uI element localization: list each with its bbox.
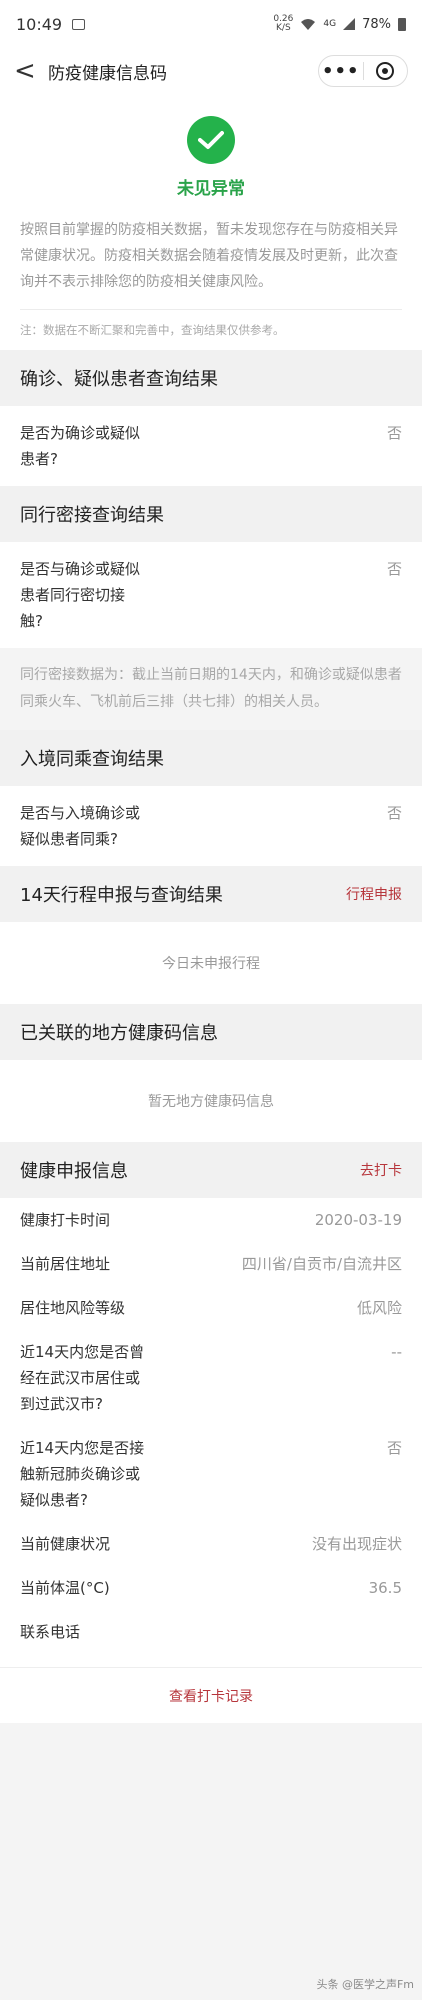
close-miniprogram-button[interactable] xyxy=(364,62,408,80)
inbound-row: 是否与入境确诊或疑似患者同乘? 否 xyxy=(0,786,422,866)
section-itinerary-header: 14天行程申报与查询结果 行程申报 xyxy=(0,866,422,922)
status-title: 未见异常 xyxy=(177,179,245,199)
inbound-answer: 否 xyxy=(386,804,402,822)
signal-label: 4G xyxy=(323,19,337,29)
diagnosis-question: 是否为确诊或疑似患者? xyxy=(20,424,141,468)
section-diagnosis-header: 确诊、疑似患者查询结果 xyxy=(0,350,422,406)
itinerary-declare-link[interactable]: 行程申报 xyxy=(346,884,402,904)
inbound-question: 是否与入境确诊或疑似患者同乘? xyxy=(20,804,141,848)
section-contact-header: 同行密接查询结果 xyxy=(0,486,422,542)
status-bar: 10:49 0.26 K/S 4G 78% xyxy=(0,0,422,48)
battery-percent: 78% xyxy=(362,16,391,32)
local-code-empty: 暂无地方健康码信息 xyxy=(0,1060,422,1142)
health-row: 居住地风险等级 低风险 xyxy=(0,1286,422,1330)
data-note: 注：数据在不断汇聚和完善中，查询结果仅供参考。 xyxy=(20,309,402,338)
watermark: 头条 @医学之声Fm xyxy=(316,1978,414,1991)
health-row: 当前体温(°C) 36.5 xyxy=(0,1566,422,1610)
health-row: 近14天内您是否曾经在武汉市居住或到过武汉市? -- xyxy=(0,1330,422,1426)
battery-icon xyxy=(398,17,406,31)
section-health-header: 健康申报信息 去打卡 xyxy=(0,1142,422,1198)
network-speed: 0.26 K/S xyxy=(273,14,294,33)
status-time: 10:49 xyxy=(16,14,63,34)
status-card: 未见异常 按照目前掌握的防疫相关数据，暂未发现您存在与防疫相关异常健康状况。防疫… xyxy=(0,94,422,309)
diagnosis-row: 是否为确诊或疑似患者? 否 xyxy=(0,406,422,486)
miniprogram-capsule: ••• xyxy=(318,55,408,87)
itinerary-empty: 今日未申报行程 xyxy=(0,922,422,1004)
health-row: 联系电话 xyxy=(0,1610,422,1667)
image-notification-icon xyxy=(72,18,86,30)
diagnosis-answer: 否 xyxy=(386,424,402,442)
contact-question: 是否与确诊或疑似患者同行密切接触? xyxy=(20,560,141,630)
health-row: 当前健康状况 没有出现症状 xyxy=(0,1522,422,1566)
nav-bar: < 防疫健康信息码 ••• xyxy=(0,48,422,94)
page-title: 防疫健康信息码 xyxy=(48,63,167,84)
contact-row: 是否与确诊或疑似患者同行密切接触? 否 xyxy=(0,542,422,648)
contact-info: 同行密接数据为：截止当前日期的14天内，和确诊或疑似患者同乘火车、飞机前后三排（… xyxy=(0,648,422,730)
view-checkin-records-link[interactable]: 查看打卡记录 xyxy=(0,1667,422,1723)
health-row: 健康打卡时间 2020-03-19 xyxy=(0,1198,422,1242)
health-row: 近14天内您是否接触新冠肺炎确诊或疑似患者? 否 xyxy=(0,1426,422,1522)
section-inbound-header: 入境同乘查询结果 xyxy=(0,730,422,786)
checkin-link[interactable]: 去打卡 xyxy=(360,1160,402,1180)
contact-answer: 否 xyxy=(386,560,402,578)
health-row: 当前居住地址 四川省/自贡市/自流井区 xyxy=(0,1242,422,1286)
more-icon[interactable]: ••• xyxy=(319,61,363,82)
section-local-code-header: 已关联的地方健康码信息 xyxy=(0,1004,422,1060)
check-icon xyxy=(187,116,235,164)
status-description: 按照目前掌握的防疫相关数据，暂未发现您存在与防疫相关异常健康状况。防疫相关数据会… xyxy=(20,222,398,290)
back-icon[interactable]: < xyxy=(14,58,42,84)
wifi-icon xyxy=(301,18,316,30)
target-icon xyxy=(376,62,395,80)
signal-icon xyxy=(343,18,356,30)
